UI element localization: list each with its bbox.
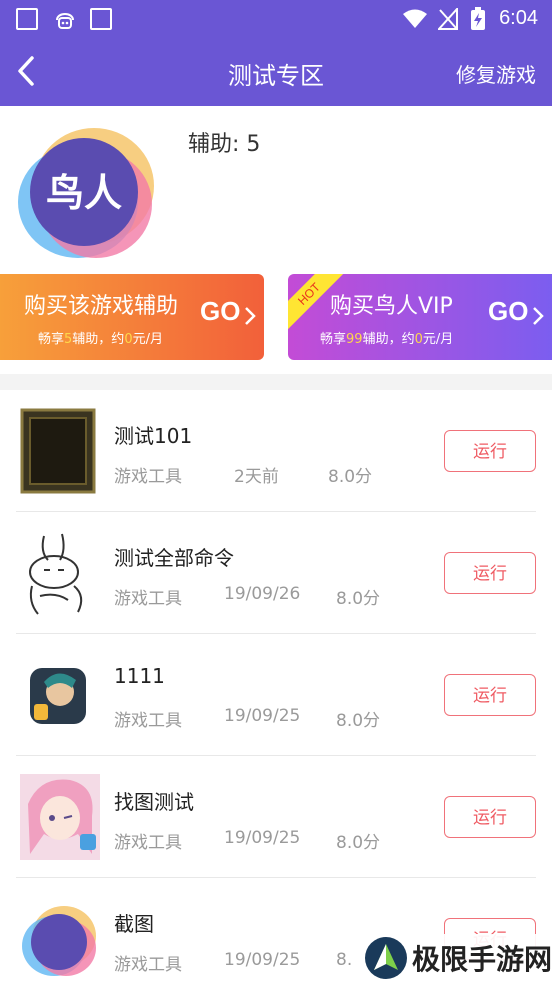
item-category: 游戏工具	[114, 711, 182, 731]
run-button[interactable]: 运行	[444, 674, 536, 716]
wifi-icon	[403, 9, 427, 28]
list-item[interactable]: 找图测试 游戏工具 19/09/25 8.0分 运行	[0, 756, 552, 878]
top-bar: 测试专区 修复游戏	[0, 38, 552, 106]
notification-app-icon	[16, 8, 38, 30]
item-score: 8.0分	[336, 711, 381, 731]
rabbit-sketch-thumbnail	[29, 533, 83, 615]
item-score: 8.0分	[328, 467, 373, 487]
repair-game-button[interactable]: 修复游戏	[456, 59, 536, 88]
item-score: 8.0分	[336, 589, 381, 609]
buy-vip-banner[interactable]: HOT 购买鸟人VIP 畅享99辅助，约0元/月 GO	[288, 274, 552, 360]
banner-subtitle: 畅享99辅助，约0元/月	[320, 332, 454, 347]
site-watermark: 极限手游网	[362, 934, 552, 981]
chevron-right-icon	[245, 307, 256, 325]
watermark-text: 极限手游网	[412, 943, 552, 976]
chevron-right-icon	[533, 307, 544, 325]
item-category: 游戏工具	[114, 955, 182, 975]
game-app-thumbnail	[30, 668, 86, 724]
signal-off-icon	[438, 8, 458, 30]
go-label: GO	[488, 296, 529, 326]
logo-text: 鸟人	[46, 171, 122, 215]
anime-girl-thumbnail	[20, 774, 100, 860]
status-bar: 6:04	[0, 0, 552, 38]
script-list: 测试101 游戏工具 2天前 8.0分 运行 测试全部命令 游戏工具 19/09…	[0, 390, 552, 1000]
item-name: 截图	[114, 912, 154, 936]
run-button[interactable]: 运行	[444, 552, 536, 594]
item-score: 8.	[336, 950, 353, 970]
niaoren-logo-thumbnail	[22, 906, 96, 976]
niaoren-logo: 鸟人	[18, 128, 154, 258]
item-date: 2天前	[234, 467, 279, 487]
item-date: 19/09/26	[224, 584, 301, 604]
section-divider	[0, 374, 552, 390]
list-item[interactable]: 1111 游戏工具 19/09/25 8.0分 运行	[0, 634, 552, 756]
item-date: 19/09/25	[224, 828, 301, 848]
item-category: 游戏工具	[114, 833, 182, 853]
item-name: 测试101	[114, 424, 193, 448]
card-thumbnail	[20, 408, 96, 494]
watermark-logo-icon	[365, 937, 407, 979]
list-item[interactable]: 测试101 游戏工具 2天前 8.0分 运行	[0, 390, 552, 512]
banner-title: 购买鸟人VIP	[330, 294, 453, 319]
list-item[interactable]: 测试全部命令 游戏工具 19/09/26 8.0分 运行	[0, 512, 552, 634]
buy-game-aux-banner[interactable]: 购买该游戏辅助 畅享5辅助，约0元/月 GO	[0, 274, 264, 360]
item-date: 19/09/25	[224, 706, 301, 726]
notification-app-icon-2	[90, 8, 112, 30]
run-button[interactable]: 运行	[444, 430, 536, 472]
status-time: 6:04	[499, 7, 538, 29]
item-name: 找图测试	[114, 790, 194, 814]
battery-charging-icon	[471, 7, 485, 30]
run-button[interactable]: 运行	[444, 796, 536, 838]
item-date: 19/09/25	[224, 950, 301, 970]
aux-count: 辅助: 5	[188, 132, 261, 157]
item-name: 测试全部命令	[114, 546, 234, 570]
go-label: GO	[200, 296, 241, 326]
item-category: 游戏工具	[114, 467, 182, 487]
banner-title: 购买该游戏辅助	[24, 294, 179, 319]
item-category: 游戏工具	[114, 589, 182, 609]
item-name: 1111	[114, 664, 165, 688]
banner-subtitle: 畅享5辅助，约0元/月	[38, 332, 163, 347]
item-score: 8.0分	[336, 833, 381, 853]
headset-bot-icon	[56, 13, 74, 29]
